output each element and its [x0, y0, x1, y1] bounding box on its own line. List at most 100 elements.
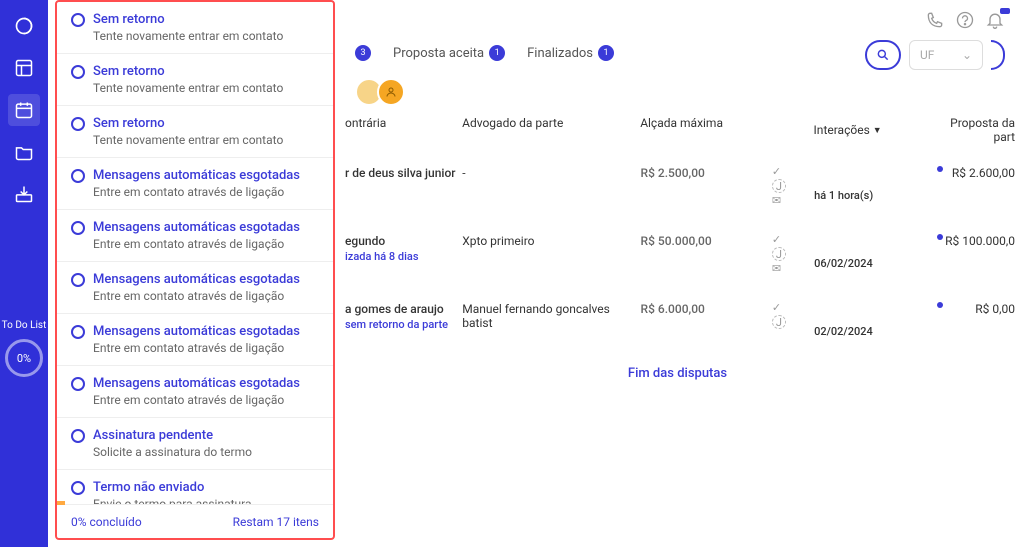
sort-desc-icon: ▼ [873, 125, 882, 136]
uf-placeholder: UF [920, 48, 934, 62]
todo-desc: Envie o termo para assinatura [93, 497, 319, 504]
filter-bar: UF ⌄ [865, 40, 1005, 70]
th-alcada[interactable]: Alçada máxima [640, 116, 771, 144]
todo-list-label: To Do List [2, 320, 47, 331]
todo-title: Mensagens automáticas esgotadas [93, 324, 300, 339]
proposal-amount: R$ 2.600,00 [931, 166, 1015, 180]
interaction-date: 06/02/2024 [814, 257, 873, 270]
todo-item[interactable]: Sem retorno Tente novamente entrar em con… [57, 106, 333, 158]
status-tabs: 3 Proposta aceita1 Finalizados 1 [355, 45, 614, 61]
status-icons: ✓ J ✉ [772, 234, 814, 274]
main-sidebar: To Do List 0% [0, 0, 48, 547]
tab-badge: 1 [598, 45, 614, 61]
table-header: ontrária Advogado da parte Alçada máxima… [340, 108, 1015, 152]
todo-desc: Tente novamente entrar em contato [93, 133, 319, 147]
todo-remaining-text: Restam 17 itens [233, 515, 319, 529]
counterparty-name: r de deus silva junior [345, 166, 462, 180]
proposal-amount: R$ 0,00 [931, 302, 1015, 316]
todo-item[interactable]: Mensagens automáticas esgotadasEntre em … [57, 210, 333, 262]
tab-badge: 1 [489, 45, 505, 61]
bell-icon[interactable] [985, 10, 1005, 30]
radio-icon[interactable] [71, 221, 85, 235]
table-row[interactable]: egundoizada há 8 dias Xpto primeiro R$ 5… [340, 220, 1015, 288]
todo-title: Sem retorno [93, 116, 165, 131]
th-proposta[interactable]: Proposta da part [931, 116, 1015, 144]
radio-icon[interactable] [71, 13, 85, 27]
todo-footer: 0% concluído Restam 17 itens [57, 504, 333, 538]
todo-item[interactable]: Sem retorno Tente novamente entrar em con… [57, 2, 333, 54]
j-icon: J [772, 315, 786, 329]
th-advogado[interactable]: Advogado da parte [462, 116, 640, 144]
todo-title: Mensagens automáticas esgotadas [93, 168, 300, 183]
todo-panel: Sem retorno Tente novamente entrar em con… [55, 0, 335, 540]
counterparty-name: egundo [345, 234, 462, 248]
radio-icon[interactable] [71, 169, 85, 183]
radio-icon[interactable] [71, 429, 85, 443]
tab-label: Finalizados [527, 46, 593, 61]
check-icon: ✓ [772, 166, 814, 177]
todo-title: Mensagens automáticas esgotadas [93, 272, 300, 287]
todo-item[interactable]: Termo não enviado Envie o termo para assi… [57, 470, 333, 504]
interaction-date: 02/02/2024 [814, 325, 873, 338]
todo-progress-text: 0% concluído [71, 515, 142, 529]
todo-desc: Entre em contato através de ligação [93, 185, 319, 199]
radio-icon[interactable] [71, 273, 85, 287]
radio-icon[interactable] [71, 325, 85, 339]
mail-icon: ✉ [772, 263, 814, 274]
todo-item[interactable]: Mensagens automáticas esgotadas Entre em … [57, 366, 333, 418]
logo-icon[interactable] [8, 10, 40, 42]
avatar[interactable] [377, 78, 405, 106]
todo-list: Sem retorno Tente novamente entrar em con… [57, 2, 333, 504]
max-amount: R$ 6.000,00 [641, 302, 772, 316]
interaction-date: há 1 hora(s) [814, 189, 873, 202]
row-subtext: sem retorno da parte [345, 318, 462, 331]
search-button[interactable] [865, 40, 901, 70]
j-icon: J [772, 179, 786, 193]
status-icons: ✓J [772, 302, 814, 329]
tab-badge-prev: 3 [355, 45, 371, 61]
check-icon: ✓ [772, 234, 814, 245]
todo-desc: Entre em contato através de ligação [93, 393, 319, 407]
radio-icon[interactable] [71, 481, 85, 495]
check-icon: ✓ [772, 302, 814, 313]
dashboard-icon[interactable] [8, 52, 40, 84]
radio-icon[interactable] [71, 377, 85, 391]
assignee-avatars [355, 78, 405, 106]
radio-icon[interactable] [71, 117, 85, 131]
todo-item[interactable]: Mensagens automáticas esgotadas Entre em … [57, 262, 333, 314]
th-contraria[interactable]: ontrária [340, 116, 462, 144]
lawyer-name: Manuel fernando goncalves batist [462, 302, 640, 330]
tab-proposta-aceita[interactable]: Proposta aceita1 [393, 45, 505, 61]
todo-title: Mensagens automáticas esgotadas [93, 376, 300, 391]
uf-dropdown[interactable]: UF ⌄ [909, 40, 983, 70]
todo-title: Sem retorno [93, 12, 165, 27]
todo-desc: Entre em contato através de ligação [93, 289, 319, 303]
status-icons: ✓J✉ [772, 166, 814, 206]
th-interacoes[interactable]: Interações▼ [814, 116, 931, 144]
chevron-down-icon: ⌄ [962, 48, 972, 62]
todo-title: Mensagens automáticas esgotadas [93, 220, 300, 235]
todo-title: Termo não enviado [93, 480, 204, 495]
folder-icon[interactable] [8, 136, 40, 168]
todo-item[interactable]: Mensagens automáticas esgotadas Entre em … [57, 158, 333, 210]
tab-finalizados[interactable]: Finalizados 1 [527, 45, 614, 61]
progress-indicator[interactable]: 0% [5, 339, 43, 377]
todo-item[interactable]: Mensagens automáticas esgotadas Entre em … [57, 314, 333, 366]
lawyer-name: Xpto primeiro [462, 234, 640, 248]
help-icon[interactable] [955, 10, 975, 30]
todo-item[interactable]: Assinatura pendente Solicite a assinatura… [57, 418, 333, 470]
import-icon[interactable] [8, 178, 40, 210]
radio-icon[interactable] [71, 65, 85, 79]
table-row[interactable]: a gomes de araujosem retorno da parte Ma… [340, 288, 1015, 352]
extra-filter-button[interactable] [991, 40, 1005, 70]
phone-icon[interactable] [925, 10, 945, 30]
todo-item[interactable]: Sem retornoTente novamente entrar em con… [57, 54, 333, 106]
todo-desc: Tente novamente entrar em contato [93, 29, 319, 43]
todo-desc: Solicite a assinatura do termo [93, 445, 319, 459]
calendar-icon[interactable] [8, 94, 40, 126]
topbar [925, 10, 1005, 30]
table-row[interactable]: r de deus silva junior - R$ 2.500,00 ✓J✉… [340, 152, 1015, 220]
todo-desc: Entre em contato através de ligação [93, 341, 319, 355]
j-icon: J [772, 247, 786, 261]
todo-title: Assinatura pendente [93, 428, 213, 443]
